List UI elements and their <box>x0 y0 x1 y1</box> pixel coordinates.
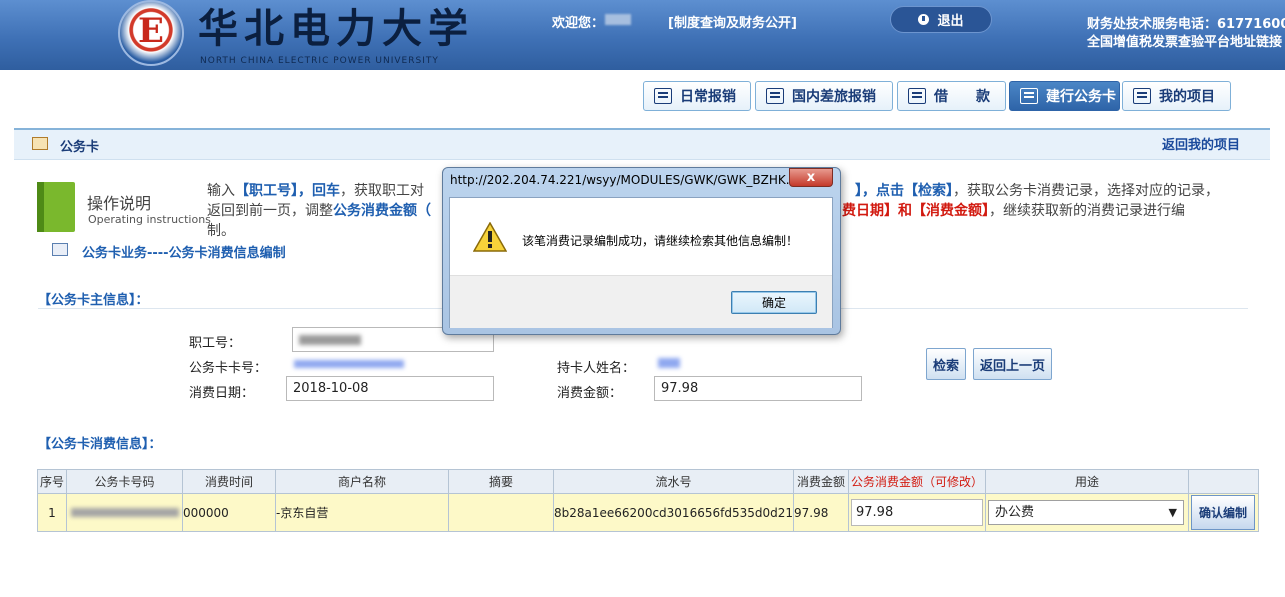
cell-index: 1 <box>37 493 67 532</box>
tab-my-projects[interactable]: 我的项目 <box>1122 81 1231 111</box>
instructions-line-2: 返回到前一页，调整公务消费金额（ <box>207 200 431 220</box>
section-title-main-info: 【公务卡主信息】： <box>38 293 149 308</box>
table-row[interactable]: 1 000000 -京东自营 8b28a1ee66200cd3016656fd5… <box>37 493 1259 532</box>
tab-label: 日常报销 <box>680 89 736 105</box>
col-summary: 摘要 <box>448 469 554 494</box>
col-amount: 消费金额 <box>793 469 849 494</box>
search-button[interactable]: 检索 <box>926 348 966 380</box>
amount-label: 消费金额： <box>557 386 623 401</box>
instr-highlight: 【职工号】，回车 <box>235 183 340 199</box>
cell-card-no <box>66 493 183 532</box>
purpose-selected: 办公费 <box>995 505 1035 520</box>
col-official-amount: 公务消费金额（可修改） <box>848 469 986 494</box>
back-button[interactable]: 返回上一页 <box>973 348 1052 380</box>
cell-official-amount: 97.98 <box>848 493 986 532</box>
university-name: 华北电力大学 <box>198 5 474 52</box>
instr-text: 输入 <box>207 183 235 199</box>
instr-red-highlight: 费日期】和【消费金额】 <box>842 203 989 219</box>
amount-input[interactable]: 97.98 <box>654 376 862 401</box>
instructions-line-3: 制。 <box>207 223 235 239</box>
col-purpose: 用途 <box>985 469 1189 494</box>
tab-label: 借 款 <box>934 89 990 105</box>
instr-text: ，继续获取新的消费记录进行编 <box>989 203 1185 219</box>
back-to-projects-link[interactable]: 返回我的项目 <box>1162 134 1240 153</box>
section-title-consumption: 【公务卡消费信息】： <box>38 437 162 452</box>
col-index: 序号 <box>37 469 67 494</box>
instructions-title: 操作说明 <box>87 194 152 213</box>
card-icon <box>52 243 68 256</box>
instr-text: ，获取公务卡消费记录，选择对应的记录， <box>953 183 1219 199</box>
cell-merchant: -京东自营 <box>275 493 449 532</box>
card-icon <box>1020 88 1038 104</box>
disclosure-link[interactable]: [制度查询及财务公开] <box>668 12 797 31</box>
instructions-line-1: 输入【职工号】，回车，获取职工对 <box>207 180 424 200</box>
cell-summary <box>448 493 554 532</box>
card-no-redacted <box>294 360 404 368</box>
breadcrumb: 公务卡业务----公务卡消费信息编制 <box>82 246 286 261</box>
page-title: 公务卡 <box>60 140 100 155</box>
col-card-no: 公务卡号码 <box>66 469 183 494</box>
welcome-username-redacted <box>605 14 631 25</box>
cell-amount: 97.98 <box>793 493 849 532</box>
col-time: 消费时间 <box>182 469 276 494</box>
col-serial: 流水号 <box>553 469 794 494</box>
dialog-message: 该笔消费记录编制成功，请继续检索其他信息编制！ <box>522 234 799 248</box>
tab-domestic-travel[interactable]: 国内差旅报销 <box>755 81 893 111</box>
instr-highlight: 公务消费金额（ <box>333 203 431 219</box>
list-icon <box>1133 88 1151 104</box>
tab-label: 国内差旅报销 <box>792 89 876 105</box>
consumption-table: 序号 公务卡号码 消费时间 商户名称 摘要 流水号 消费金额 公务消费金额（可修… <box>37 469 1259 532</box>
logo-letter: E <box>138 11 164 51</box>
date-label: 消费日期： <box>189 386 255 401</box>
holder-name-label: 持卡人姓名： <box>557 361 636 376</box>
instructions-line-1-right: 】，点击【检索】，获取公务卡消费记录，选择对应的记录， <box>855 180 1219 200</box>
logout-button[interactable]: 退出 <box>890 6 992 33</box>
instr-highlight: 【检索】 <box>904 183 953 199</box>
welcome-label: 欢迎您： <box>552 16 605 31</box>
date-input[interactable]: 2018-10-08 <box>286 376 494 401</box>
table-header-row: 序号 公务卡号码 消费时间 商户名称 摘要 流水号 消费金额 公务消费金额（可修… <box>37 469 1259 494</box>
tab-label: 建行公务卡 <box>1046 89 1116 105</box>
warning-icon <box>473 222 507 252</box>
card-icon <box>32 137 48 150</box>
cell-time: 000000 <box>182 493 276 532</box>
official-amount-input[interactable]: 97.98 <box>851 499 983 526</box>
card-no-redacted <box>71 507 179 517</box>
tab-loan[interactable]: 借 款 <box>897 81 1006 111</box>
card-no-label: 公务卡卡号： <box>189 361 268 376</box>
dialog-title: http://202.204.74.221/wsyy/MODULES/GWK/G… <box>450 173 798 187</box>
page-title-bar <box>14 128 1270 160</box>
service-phone-text: 财务处技术服务电话：61771600 <box>1087 17 1285 32</box>
col-merchant: 商户名称 <box>275 469 449 494</box>
cell-purpose: 办公费 ▼ <box>985 493 1189 532</box>
instr-text: 返回到前一页，调整 <box>207 203 333 219</box>
university-name-en: NORTH CHINA ELECTRIC POWER UNIVERSITY <box>200 56 439 66</box>
col-action <box>1188 469 1259 494</box>
instructions-line-2-right: 费日期】和【消费金额】，继续获取新的消费记录进行编 <box>842 200 1185 220</box>
staff-no-redacted <box>299 334 361 345</box>
instr-highlight: 】，点击 <box>855 183 904 199</box>
holder-name-redacted <box>658 358 680 368</box>
chevron-down-icon: ▼ <box>1168 506 1177 519</box>
dialog-close-button[interactable]: x <box>789 168 833 187</box>
purpose-select[interactable]: 办公费 ▼ <box>988 500 1184 525</box>
cell-action: 确认编制 <box>1188 493 1259 532</box>
instr-text: ，获取职工对 <box>340 183 424 199</box>
truck-icon <box>766 88 784 104</box>
tab-ccb-card[interactable]: 建行公务卡 <box>1009 81 1120 111</box>
tab-daily-reimbursement[interactable]: 日常报销 <box>643 81 751 111</box>
money-icon <box>908 88 926 104</box>
cell-serial: 8b28a1ee66200cd3016656fd535d0d21 <box>553 493 794 532</box>
instructions-subtitle: Operating instructions <box>88 213 211 226</box>
power-icon <box>918 14 930 25</box>
staff-no-label: 职工号： <box>189 336 242 351</box>
confirm-edit-button[interactable]: 确认编制 <box>1191 495 1255 530</box>
dialog-ok-button[interactable]: 确定 <box>731 291 817 314</box>
tab-label: 我的项目 <box>1159 89 1215 105</box>
invoice-verify-link[interactable]: 全国增值税发票查验平台地址链接 <box>1087 31 1282 50</box>
book-icon <box>37 182 75 232</box>
logout-label: 退出 <box>937 14 964 29</box>
document-icon <box>654 88 672 104</box>
